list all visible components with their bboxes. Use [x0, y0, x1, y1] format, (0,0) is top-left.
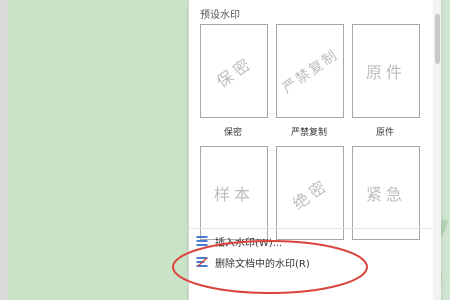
- window-edge: [0, 0, 8, 300]
- preset-thumb-confidential[interactable]: 保密: [200, 24, 268, 118]
- document-page: [8, 0, 185, 300]
- preset-label-confidential: 保密: [223, 128, 242, 138]
- preset-thumb-original[interactable]: 原件: [352, 24, 420, 118]
- preset-thumb-sample[interactable]: 样本: [200, 146, 268, 240]
- watermark-preview-text: 样本: [213, 185, 254, 204]
- watermark-preview-text: 紧急: [365, 185, 406, 204]
- menu-divider: [189, 228, 441, 229]
- preset-label-original: 原件: [375, 128, 394, 138]
- delete-watermark-label: 删除文档中的水印(R): [215, 258, 310, 270]
- watermark-preview-text: 严禁复制: [279, 46, 342, 97]
- panel-scrollbar[interactable]: [433, 0, 441, 300]
- delete-watermark-icon: [195, 255, 209, 269]
- delete-watermark-menu-item[interactable]: 删除文档中的水印(R): [195, 253, 427, 271]
- preset-thumb-top-secret[interactable]: 绝密: [276, 146, 344, 240]
- insert-watermark-label: 插入水印(W)...: [215, 237, 283, 249]
- insert-watermark-icon: [195, 234, 209, 248]
- watermark-dropdown-panel: 预设水印 保密 保密 严禁复制 严禁复制 原件 原件 样本 绝密 紧急 插入水印…: [188, 0, 441, 300]
- preset-thumb-no-copy[interactable]: 严禁复制: [276, 24, 344, 118]
- watermark-preview-text: 原件: [365, 63, 406, 82]
- scrollbar-thumb[interactable]: [435, 14, 440, 64]
- insert-watermark-menu-item[interactable]: 插入水印(W)...: [195, 232, 427, 250]
- preset-thumb-urgent[interactable]: 紧急: [352, 146, 420, 240]
